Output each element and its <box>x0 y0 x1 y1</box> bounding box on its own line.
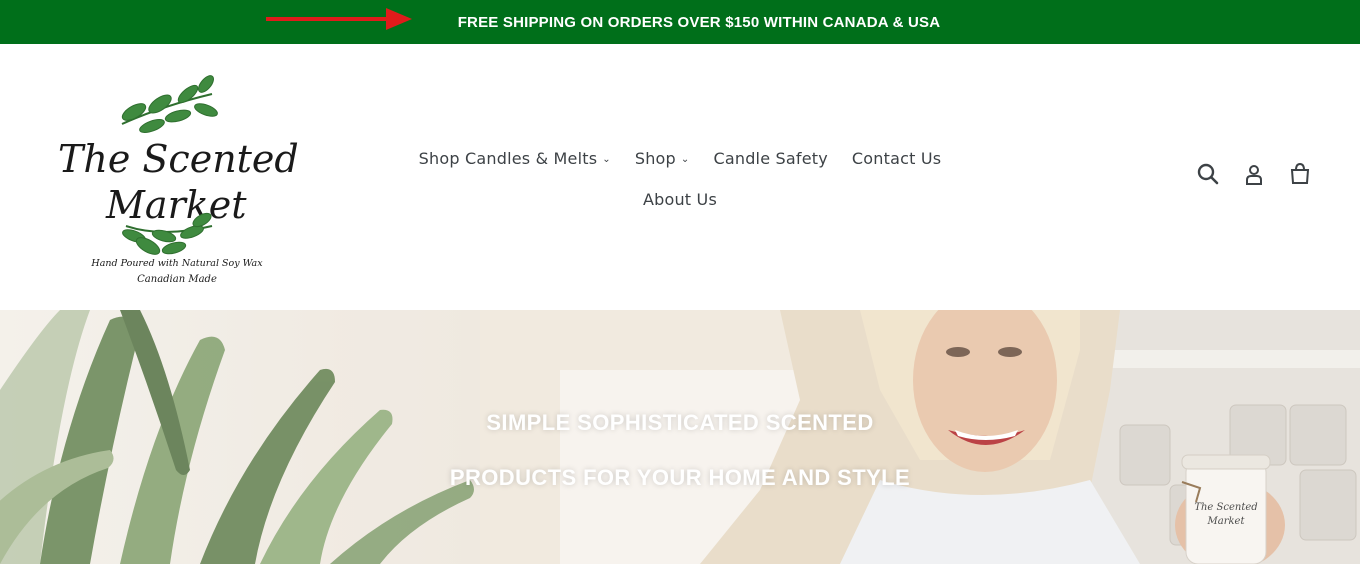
logo-title-line2: Market <box>105 183 247 227</box>
red-arrow-annotation <box>266 8 412 30</box>
main-nav: Shop Candles & Melts ⌄ Shop ⌄ Candle Saf… <box>400 148 960 210</box>
nav-shop[interactable]: Shop ⌄ <box>623 148 702 170</box>
nav-about-us[interactable]: About Us <box>631 190 729 210</box>
leaf-branch-top-icon <box>121 75 218 133</box>
hero-heading-line2: PRODUCTS FOR YOUR HOME AND STYLE <box>449 465 911 490</box>
chevron-down-icon: ⌄ <box>602 154 611 165</box>
header-icons <box>1196 162 1312 186</box>
nav-item-label: Shop <box>634 149 676 168</box>
logo[interactable]: The Scented Market Hand Poured with Natu… <box>52 66 302 288</box>
logo-tagline1: Hand Poured with Natural Soy Wax <box>90 258 263 269</box>
hero-heading-line1: SIMPLE SOPHISTICATED SCENTED <box>486 410 874 435</box>
account-icon[interactable] <box>1242 162 1266 186</box>
nav-candle-safety[interactable]: Candle Safety <box>701 148 839 170</box>
logo-title-line1: The Scented <box>58 137 299 181</box>
hero-banner[interactable]: The Scented Market SIMPLE SOPHISTICATED … <box>0 310 1360 564</box>
chevron-down-icon: ⌄ <box>680 154 690 165</box>
logo-tagline2: Canadian Made <box>137 274 217 285</box>
announcement-text: FREE SHIPPING ON ORDERS OVER $150 WITHIN… <box>457 13 941 31</box>
nav-item-label: About Us <box>642 190 718 209</box>
hero-image: The Scented Market <box>0 310 1360 564</box>
announcement-bar: FREE SHIPPING ON ORDERS OVER $150 WITHIN… <box>0 0 1360 44</box>
search-icon[interactable] <box>1196 162 1220 186</box>
nav-item-label: Shop Candles & Melts <box>418 149 598 168</box>
site-header: The Scented Market Hand Poured with Natu… <box>0 44 1360 310</box>
nav-shop-candles-melts[interactable]: Shop Candles & Melts ⌄ <box>407 148 623 170</box>
nav-item-label: Candle Safety <box>713 149 828 168</box>
logo-image: The Scented Market Hand Poured with Natu… <box>58 75 299 285</box>
nav-contact-us[interactable]: Contact Us <box>840 148 953 170</box>
nav-item-label: Contact Us <box>851 149 942 168</box>
cart-icon[interactable] <box>1288 162 1312 186</box>
